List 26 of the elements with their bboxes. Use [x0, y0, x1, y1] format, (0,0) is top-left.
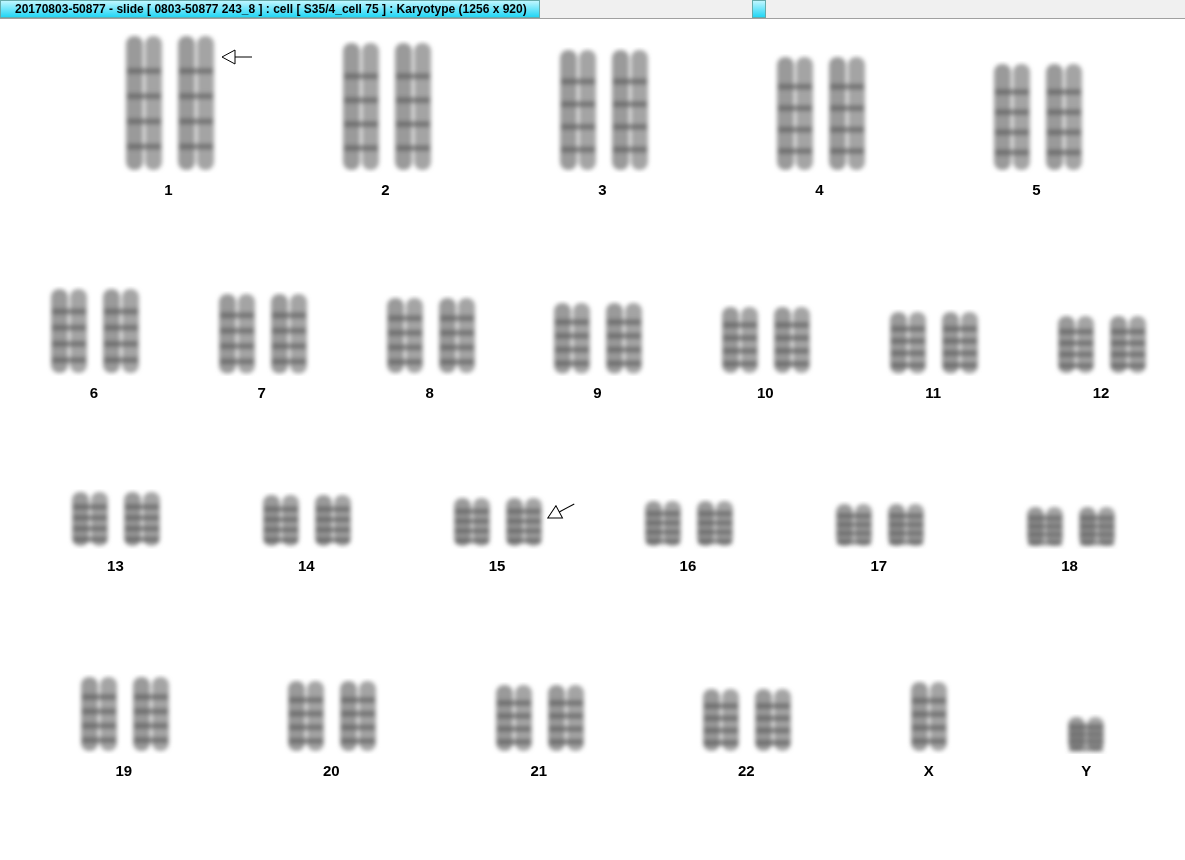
chromosome-label: 7 — [257, 384, 266, 401]
chromosome-label: X — [923, 762, 934, 779]
chromosome-label: 1 — [164, 181, 173, 198]
chromosome-label: 10 — [756, 384, 774, 401]
chromosome-label: 2 — [381, 181, 390, 198]
chromosome-label: 9 — [593, 384, 602, 401]
chromosome-label: 3 — [598, 181, 607, 198]
chromosome-label: Y — [1081, 762, 1092, 779]
chromosome-label: 8 — [425, 384, 434, 401]
chromosome-label: 22 — [737, 762, 755, 779]
chromosome-label: 15 — [488, 557, 506, 574]
chromosome-label: 4 — [815, 181, 824, 198]
chromosome-label: 17 — [870, 557, 888, 574]
chromosome-label: 11 — [925, 384, 942, 401]
chromosome-label: 6 — [89, 384, 99, 401]
chromosome-label: 19 — [115, 762, 133, 779]
chromosome-label: 21 — [530, 762, 548, 779]
chromosome-label: 5 — [1032, 181, 1041, 198]
chromosome-label: 16 — [679, 557, 697, 574]
chromosome-label: 18 — [1061, 557, 1078, 574]
window-tab[interactable] — [752, 0, 766, 18]
chromosome-label: 13 — [107, 557, 124, 574]
chromosome-label: 20 — [322, 762, 340, 779]
window-title: 20170803-50877 - slide [ 0803-50877 243_8 ] : cell [ S35/4_cell 75 ] : Karyotype (1256 x 920) — [0, 0, 540, 18]
chromosome-label: 14 — [297, 557, 315, 574]
chromosome-label: 12 — [1092, 384, 1110, 401]
